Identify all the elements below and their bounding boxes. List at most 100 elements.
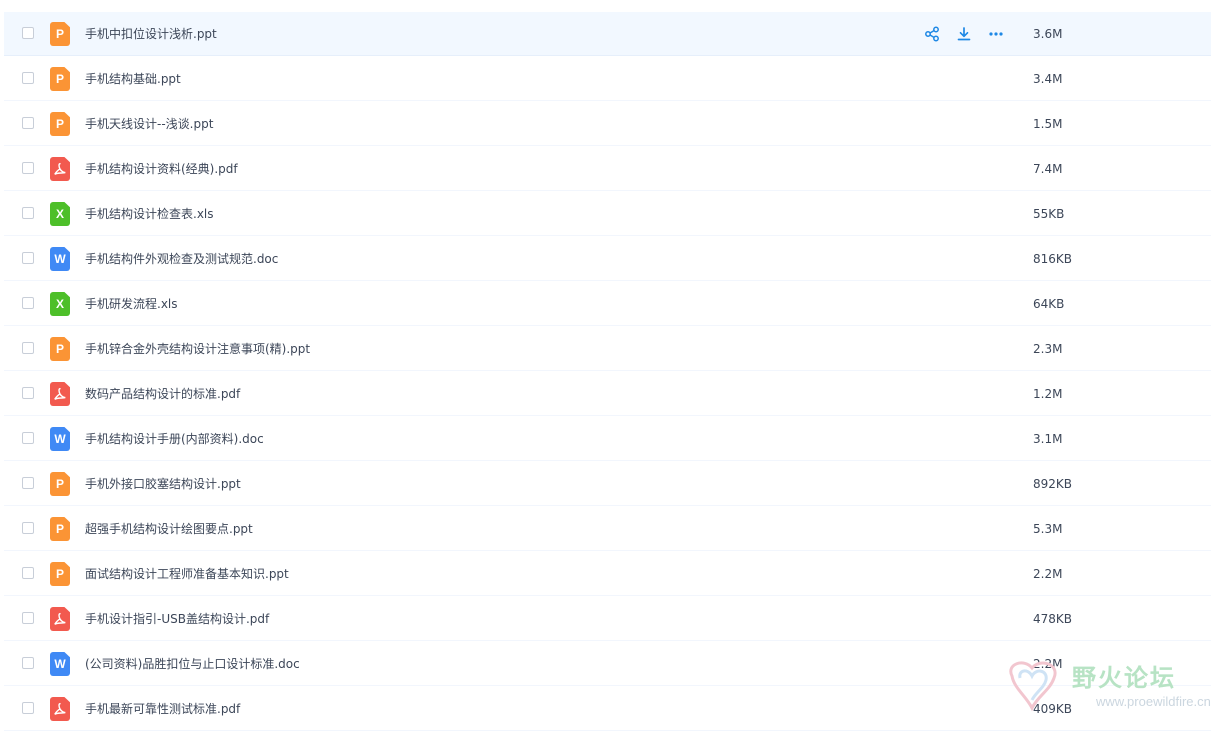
pdf-file-icon — [50, 382, 70, 406]
file-name-link[interactable]: 手机结构设计检查表.xls — [85, 192, 214, 236]
ppt-file-icon: P — [50, 67, 70, 91]
file-row[interactable]: 手机最新可靠性测试标准.pdf 409KB — [4, 687, 1211, 731]
file-type-letter: P — [55, 342, 64, 356]
file-size: 2.2M — [1033, 657, 1063, 671]
file-row[interactable]: P 手机天线设计--浅谈.ppt 1.5M — [4, 102, 1211, 146]
file-name-link[interactable]: 手机研发流程.xls — [85, 282, 178, 326]
xls-file-icon: X — [50, 292, 70, 316]
file-type-letter: W — [54, 252, 66, 266]
file-row[interactable]: W 手机结构件外观检查及测试规范.doc 816KB — [4, 237, 1211, 281]
file-name-link[interactable]: 手机外接口胶塞结构设计.ppt — [85, 462, 241, 506]
file-name-link[interactable]: 手机设计指引-USB盖结构设计.pdf — [85, 597, 269, 641]
file-type-letter: P — [55, 27, 64, 41]
file-size: 478KB — [1033, 612, 1073, 626]
file-size: 2.3M — [1033, 342, 1063, 356]
file-size: 3.1M — [1033, 432, 1063, 446]
row-checkbox[interactable] — [22, 657, 34, 669]
doc-file-icon: W — [50, 427, 70, 451]
file-type-letter: P — [55, 567, 64, 581]
file-size: 892KB — [1033, 477, 1073, 491]
file-row[interactable]: W 手机结构设计手册(内部资料).doc 3.1M — [4, 417, 1211, 461]
file-type-letter: P — [55, 72, 64, 86]
file-name-link[interactable]: 手机结构基础.ppt — [85, 57, 181, 101]
row-checkbox[interactable] — [22, 342, 34, 354]
file-type-letter: W — [54, 432, 66, 446]
file-name-link[interactable]: 手机结构设计手册(内部资料).doc — [85, 417, 264, 461]
file-name-link[interactable]: 超强手机结构设计绘图要点.ppt — [85, 507, 253, 551]
download-button[interactable] — [954, 24, 974, 44]
pdf-file-icon — [50, 697, 70, 721]
file-size: 55KB — [1033, 207, 1065, 221]
file-size: 1.5M — [1033, 117, 1063, 131]
file-row[interactable]: W (公司资料)品胜扣位与止口设计标准.doc 2.2M — [4, 642, 1211, 686]
file-row[interactable]: X 手机结构设计检查表.xls 55KB — [4, 192, 1211, 236]
pdf-file-icon — [50, 157, 70, 181]
file-type-letter: W — [54, 657, 66, 671]
row-checkbox[interactable] — [22, 612, 34, 624]
file-size: 1.2M — [1033, 387, 1063, 401]
file-row[interactable]: 手机设计指引-USB盖结构设计.pdf 478KB — [4, 597, 1211, 641]
file-name-link[interactable]: 手机结构件外观检查及测试规范.doc — [85, 237, 278, 281]
row-checkbox[interactable] — [22, 477, 34, 489]
ppt-file-icon: P — [50, 112, 70, 136]
file-name-link[interactable]: 数码产品结构设计的标准.pdf — [85, 372, 240, 416]
file-row[interactable]: P 面试结构设计工程师准备基本知识.ppt 2.2M — [4, 552, 1211, 596]
file-size: 3.6M — [1033, 27, 1063, 41]
file-size: 64KB — [1033, 297, 1065, 311]
file-type-letter: X — [55, 297, 64, 311]
xls-file-icon: X — [50, 202, 70, 226]
file-name-link[interactable]: (公司资料)品胜扣位与止口设计标准.doc — [85, 642, 300, 686]
row-checkbox[interactable] — [22, 297, 34, 309]
file-row[interactable]: 数码产品结构设计的标准.pdf 1.2M — [4, 372, 1211, 416]
file-row[interactable]: P 超强手机结构设计绘图要点.ppt 5.3M — [4, 507, 1211, 551]
row-checkbox[interactable] — [22, 567, 34, 579]
doc-file-icon: W — [50, 247, 70, 271]
file-size: 5.3M — [1033, 522, 1063, 536]
file-name-link[interactable]: 手机锌合金外壳结构设计注意事项(精).ppt — [85, 327, 310, 371]
file-row[interactable]: X 手机研发流程.xls 64KB — [4, 282, 1211, 326]
file-row[interactable]: P 手机外接口胶塞结构设计.ppt 892KB — [4, 462, 1211, 506]
share-button[interactable] — [922, 24, 942, 44]
doc-file-icon: W — [50, 652, 70, 676]
file-name-link[interactable]: 手机天线设计--浅谈.ppt — [85, 102, 213, 146]
file-type-letter: P — [55, 477, 64, 491]
file-size: 2.2M — [1033, 567, 1063, 581]
row-checkbox[interactable] — [22, 162, 34, 174]
file-size: 7.4M — [1033, 162, 1063, 176]
file-type-letter: P — [55, 522, 64, 536]
row-checkbox[interactable] — [22, 72, 34, 84]
ppt-file-icon: P — [50, 472, 70, 496]
file-list: P 手机中扣位设计浅析.ppt 3.6M P 手机结构基础.ppt 3.4M P 手机天线设计… — [0, 0, 1211, 731]
download-icon — [957, 27, 971, 41]
file-type-letter: X — [55, 207, 64, 221]
row-checkbox[interactable] — [22, 387, 34, 399]
file-row[interactable]: 手机结构设计资料(经典).pdf 7.4M — [4, 147, 1211, 191]
file-size: 409KB — [1033, 702, 1073, 716]
file-row[interactable]: P 手机结构基础.ppt 3.4M — [4, 57, 1211, 101]
more-icon — [989, 32, 1003, 36]
file-name-link[interactable]: 手机中扣位设计浅析.ppt — [85, 12, 217, 56]
row-checkbox[interactable] — [22, 702, 34, 714]
row-checkbox[interactable] — [22, 207, 34, 219]
row-actions — [922, 24, 1006, 44]
ppt-file-icon: P — [50, 337, 70, 361]
row-checkbox[interactable] — [22, 432, 34, 444]
file-row[interactable]: P 手机中扣位设计浅析.ppt 3.6M — [4, 12, 1211, 56]
pdf-file-icon — [50, 607, 70, 631]
row-checkbox[interactable] — [22, 252, 34, 264]
file-type-letter: P — [55, 117, 64, 131]
row-checkbox[interactable] — [22, 117, 34, 129]
file-name-link[interactable]: 面试结构设计工程师准备基本知识.ppt — [85, 552, 289, 596]
share-icon — [925, 26, 939, 42]
file-size: 3.4M — [1033, 72, 1063, 86]
ppt-file-icon: P — [50, 22, 70, 46]
row-checkbox[interactable] — [22, 522, 34, 534]
file-name-link[interactable]: 手机最新可靠性测试标准.pdf — [85, 687, 240, 731]
file-name-link[interactable]: 手机结构设计资料(经典).pdf — [85, 147, 238, 191]
ppt-file-icon: P — [50, 562, 70, 586]
file-size: 816KB — [1033, 252, 1073, 266]
row-checkbox[interactable] — [22, 27, 34, 39]
file-row[interactable]: P 手机锌合金外壳结构设计注意事项(精).ppt 2.3M — [4, 327, 1211, 371]
ppt-file-icon: P — [50, 517, 70, 541]
more-button[interactable] — [986, 24, 1006, 44]
